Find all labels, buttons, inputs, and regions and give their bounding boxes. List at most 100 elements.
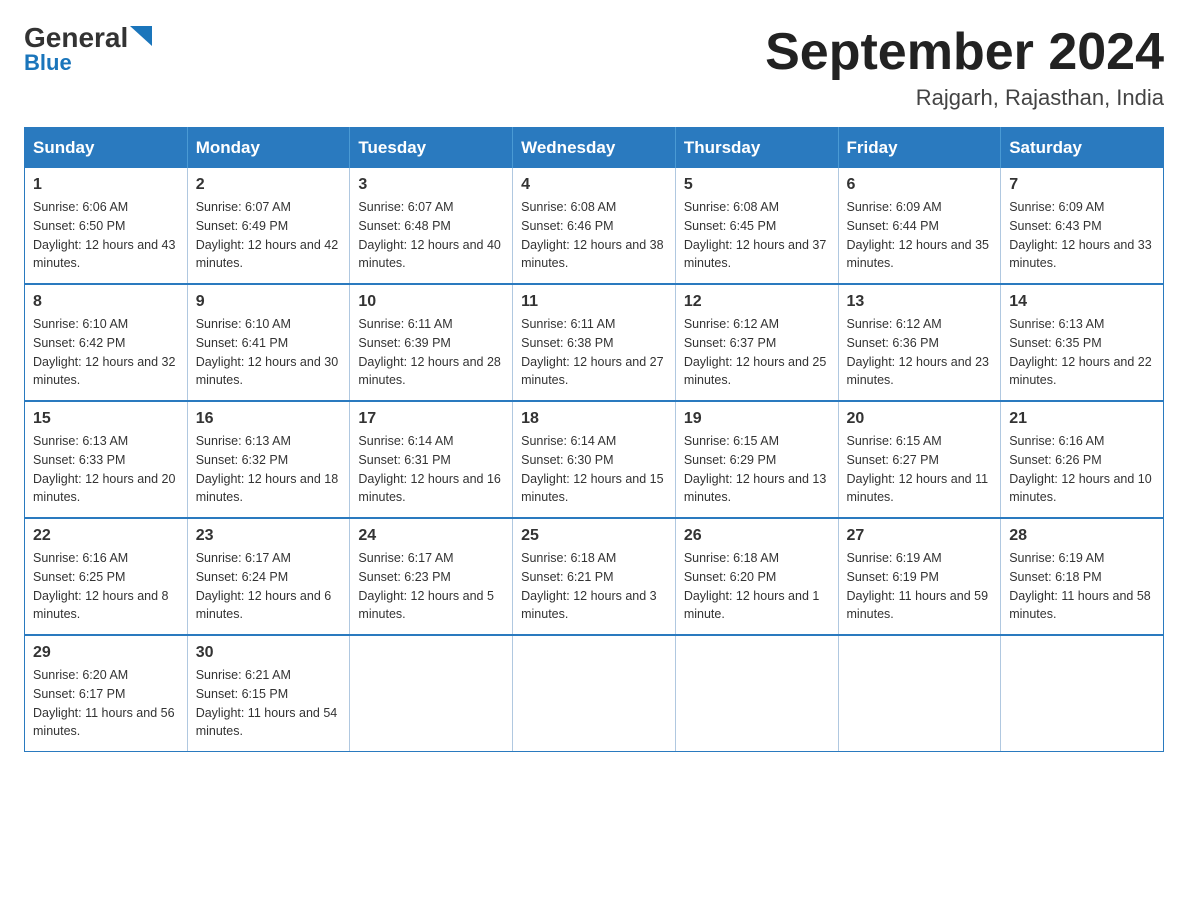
logo: General Blue [24, 24, 152, 76]
day-number: 21 [1009, 410, 1155, 428]
location-title: Rajgarh, Rajasthan, India [765, 85, 1164, 111]
daylight-label: Daylight: 11 hours and 56 minutes. [33, 706, 175, 739]
sunset-label: Sunset: 6:39 PM [358, 336, 450, 350]
calendar-cell: 11 Sunrise: 6:11 AM Sunset: 6:38 PM Dayl… [513, 284, 676, 401]
logo-blue: Blue [24, 50, 72, 76]
daylight-label: Daylight: 12 hours and 43 minutes. [33, 238, 175, 271]
daylight-label: Daylight: 12 hours and 42 minutes. [196, 238, 338, 271]
calendar-cell [350, 635, 513, 752]
sunset-label: Sunset: 6:20 PM [684, 570, 776, 584]
day-number: 16 [196, 410, 342, 428]
calendar-cell: 15 Sunrise: 6:13 AM Sunset: 6:33 PM Dayl… [25, 401, 188, 518]
sunrise-label: Sunrise: 6:10 AM [33, 317, 128, 331]
day-info: Sunrise: 6:14 AM Sunset: 6:31 PM Dayligh… [358, 432, 504, 507]
day-info: Sunrise: 6:11 AM Sunset: 6:38 PM Dayligh… [521, 315, 667, 390]
sunrise-label: Sunrise: 6:11 AM [358, 317, 452, 331]
daylight-label: Daylight: 12 hours and 38 minutes. [521, 238, 663, 271]
daylight-label: Daylight: 12 hours and 30 minutes. [196, 355, 338, 388]
day-number: 23 [196, 527, 342, 545]
sunset-label: Sunset: 6:35 PM [1009, 336, 1101, 350]
sunrise-label: Sunrise: 6:06 AM [33, 200, 128, 214]
sunrise-label: Sunrise: 6:19 AM [847, 551, 942, 565]
sunrise-label: Sunrise: 6:18 AM [684, 551, 779, 565]
day-number: 8 [33, 293, 179, 311]
sunset-label: Sunset: 6:18 PM [1009, 570, 1101, 584]
day-number: 20 [847, 410, 993, 428]
calendar-cell: 21 Sunrise: 6:16 AM Sunset: 6:26 PM Dayl… [1001, 401, 1164, 518]
header: General Blue September 2024 Rajgarh, Raj… [24, 24, 1164, 111]
calendar-cell: 12 Sunrise: 6:12 AM Sunset: 6:37 PM Dayl… [675, 284, 838, 401]
daylight-label: Daylight: 12 hours and 33 minutes. [1009, 238, 1151, 271]
sunset-label: Sunset: 6:30 PM [521, 453, 613, 467]
sunset-label: Sunset: 6:25 PM [33, 570, 125, 584]
sunset-label: Sunset: 6:17 PM [33, 687, 125, 701]
day-number: 6 [847, 176, 993, 194]
day-info: Sunrise: 6:06 AM Sunset: 6:50 PM Dayligh… [33, 198, 179, 273]
day-info: Sunrise: 6:09 AM Sunset: 6:43 PM Dayligh… [1009, 198, 1155, 273]
sunrise-label: Sunrise: 6:07 AM [196, 200, 291, 214]
daylight-label: Daylight: 12 hours and 20 minutes. [33, 472, 175, 505]
sunrise-label: Sunrise: 6:19 AM [1009, 551, 1104, 565]
day-number: 2 [196, 176, 342, 194]
day-info: Sunrise: 6:12 AM Sunset: 6:37 PM Dayligh… [684, 315, 830, 390]
day-number: 27 [847, 527, 993, 545]
day-info: Sunrise: 6:21 AM Sunset: 6:15 PM Dayligh… [196, 666, 342, 741]
calendar-header-row: SundayMondayTuesdayWednesdayThursdayFrid… [25, 128, 1164, 169]
calendar-week-row: 8 Sunrise: 6:10 AM Sunset: 6:42 PM Dayli… [25, 284, 1164, 401]
day-info: Sunrise: 6:10 AM Sunset: 6:42 PM Dayligh… [33, 315, 179, 390]
day-number: 13 [847, 293, 993, 311]
sunset-label: Sunset: 6:43 PM [1009, 219, 1101, 233]
daylight-label: Daylight: 12 hours and 11 minutes. [847, 472, 989, 505]
sunset-label: Sunset: 6:19 PM [847, 570, 939, 584]
calendar-cell: 19 Sunrise: 6:15 AM Sunset: 6:29 PM Dayl… [675, 401, 838, 518]
calendar-cell: 24 Sunrise: 6:17 AM Sunset: 6:23 PM Dayl… [350, 518, 513, 635]
day-number: 22 [33, 527, 179, 545]
sunset-label: Sunset: 6:27 PM [847, 453, 939, 467]
header-thursday: Thursday [675, 128, 838, 169]
sunset-label: Sunset: 6:31 PM [358, 453, 450, 467]
day-info: Sunrise: 6:08 AM Sunset: 6:46 PM Dayligh… [521, 198, 667, 273]
calendar-cell: 6 Sunrise: 6:09 AM Sunset: 6:44 PM Dayli… [838, 168, 1001, 284]
sunrise-label: Sunrise: 6:14 AM [358, 434, 453, 448]
day-number: 14 [1009, 293, 1155, 311]
logo-triangle-icon [130, 26, 152, 46]
day-number: 3 [358, 176, 504, 194]
day-info: Sunrise: 6:17 AM Sunset: 6:24 PM Dayligh… [196, 549, 342, 624]
daylight-label: Daylight: 12 hours and 23 minutes. [847, 355, 989, 388]
day-number: 28 [1009, 527, 1155, 545]
daylight-label: Daylight: 12 hours and 16 minutes. [358, 472, 500, 505]
day-info: Sunrise: 6:13 AM Sunset: 6:35 PM Dayligh… [1009, 315, 1155, 390]
calendar-cell: 3 Sunrise: 6:07 AM Sunset: 6:48 PM Dayli… [350, 168, 513, 284]
sunrise-label: Sunrise: 6:09 AM [1009, 200, 1104, 214]
daylight-label: Daylight: 12 hours and 1 minute. [684, 589, 820, 622]
sunrise-label: Sunrise: 6:16 AM [1009, 434, 1104, 448]
sunrise-label: Sunrise: 6:13 AM [1009, 317, 1104, 331]
sunrise-label: Sunrise: 6:12 AM [684, 317, 779, 331]
day-info: Sunrise: 6:10 AM Sunset: 6:41 PM Dayligh… [196, 315, 342, 390]
daylight-label: Daylight: 12 hours and 15 minutes. [521, 472, 663, 505]
sunset-label: Sunset: 6:42 PM [33, 336, 125, 350]
day-info: Sunrise: 6:08 AM Sunset: 6:45 PM Dayligh… [684, 198, 830, 273]
day-info: Sunrise: 6:15 AM Sunset: 6:27 PM Dayligh… [847, 432, 993, 507]
sunset-label: Sunset: 6:36 PM [847, 336, 939, 350]
sunset-label: Sunset: 6:32 PM [196, 453, 288, 467]
day-number: 9 [196, 293, 342, 311]
day-number: 19 [684, 410, 830, 428]
calendar-cell: 27 Sunrise: 6:19 AM Sunset: 6:19 PM Dayl… [838, 518, 1001, 635]
day-info: Sunrise: 6:16 AM Sunset: 6:25 PM Dayligh… [33, 549, 179, 624]
daylight-label: Daylight: 12 hours and 3 minutes. [521, 589, 657, 622]
sunset-label: Sunset: 6:46 PM [521, 219, 613, 233]
daylight-label: Daylight: 12 hours and 13 minutes. [684, 472, 826, 505]
daylight-label: Daylight: 12 hours and 8 minutes. [33, 589, 169, 622]
day-number: 5 [684, 176, 830, 194]
daylight-label: Daylight: 12 hours and 6 minutes. [196, 589, 332, 622]
header-tuesday: Tuesday [350, 128, 513, 169]
calendar-cell: 10 Sunrise: 6:11 AM Sunset: 6:39 PM Dayl… [350, 284, 513, 401]
sunrise-label: Sunrise: 6:15 AM [847, 434, 942, 448]
calendar-cell: 29 Sunrise: 6:20 AM Sunset: 6:17 PM Dayl… [25, 635, 188, 752]
calendar-cell: 28 Sunrise: 6:19 AM Sunset: 6:18 PM Dayl… [1001, 518, 1164, 635]
header-sunday: Sunday [25, 128, 188, 169]
daylight-label: Daylight: 11 hours and 58 minutes. [1009, 589, 1151, 622]
month-year-title: September 2024 [765, 24, 1164, 81]
day-info: Sunrise: 6:20 AM Sunset: 6:17 PM Dayligh… [33, 666, 179, 741]
